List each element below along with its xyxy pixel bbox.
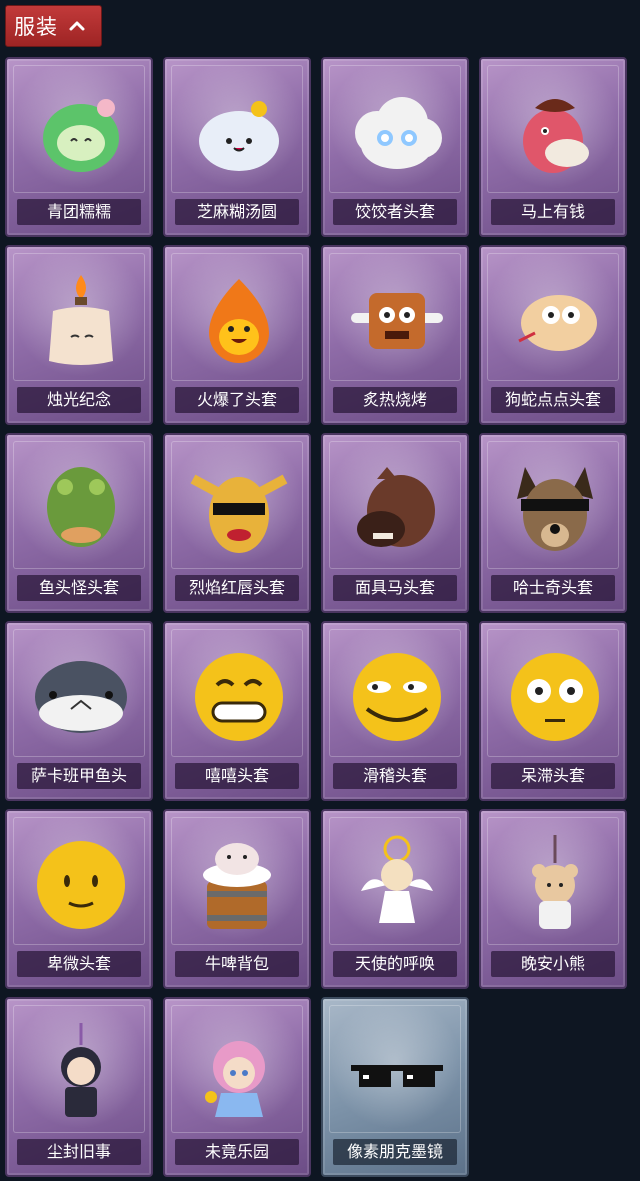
fish-head-icon [31,647,131,747]
costume-name: 火爆了头套 [175,387,299,413]
costume-name: 烛光纪念 [17,387,141,413]
costume-name: 卑微头套 [17,951,141,977]
costume-card[interactable]: 火爆了头套 [163,245,311,425]
costume-card[interactable]: 烛光纪念 [5,245,153,425]
costume-card[interactable]: 晚安小熊 [479,809,627,989]
costume-grid: 青团糯糯 芝麻糊汤圆 饺饺者头套 马上有钱烛光纪念 火爆了头套 炙热烧烤 狗蛇点点头套鱼头怪… [5,57,627,1177]
boy-charm-icon [31,1023,131,1123]
costume-card[interactable]: 鱼头怪头套 [5,433,153,613]
costume-name: 炙热烧烤 [333,387,457,413]
costume-card[interactable]: 像素朋克墨镜 [321,997,469,1177]
costume-card[interactable]: 青团糯糯 [5,57,153,237]
costume-name: 芝麻糊汤圆 [175,199,299,225]
costume-name: 滑稽头套 [333,763,457,789]
costume-name: 马上有钱 [491,199,615,225]
costume-name: 天使的呼唤 [333,951,457,977]
horse-mask-icon [347,459,447,559]
costume-name: 狗蛇点点头套 [491,387,615,413]
grin-emoji-icon [189,647,289,747]
costume-card[interactable]: 哈士奇头套 [479,433,627,613]
costume-name: 哈士奇头套 [491,575,615,601]
costume-name: 尘封旧事 [17,1139,141,1165]
candle-icon [31,271,131,371]
costume-card[interactable]: 尘封旧事 [5,997,153,1177]
costume-name: 未竟乐园 [175,1139,299,1165]
cow-beer-backpack-icon [189,835,289,935]
fire-spirit-icon [189,271,289,371]
costume-name: 嘻嘻头套 [175,763,299,789]
green-rice-ball-icon [31,83,131,183]
pink-horse-icon [505,83,605,183]
cloud-dumpling-icon [347,83,447,183]
costume-card[interactable]: 卑微头套 [5,809,153,989]
costume-name: 像素朋克墨镜 [333,1139,457,1165]
costume-card[interactable]: 天使的呼唤 [321,809,469,989]
chevron-up-icon [66,15,88,37]
costume-card[interactable]: 呆滞头套 [479,621,627,801]
costume-name: 面具马头套 [333,575,457,601]
costume-card[interactable]: 烈焰红唇头套 [163,433,311,613]
costume-name: 呆滞头套 [491,763,615,789]
barbecue-meat-icon [347,271,447,371]
costume-card[interactable]: 未竟乐园 [163,997,311,1177]
husky-mask-icon [505,459,605,559]
costume-name: 青团糯糯 [17,199,141,225]
angel-charm-icon [347,835,447,935]
costume-card[interactable]: 狗蛇点点头套 [479,245,627,425]
costume-card[interactable]: 炙热烧烤 [321,245,469,425]
humble-emoji-icon [31,835,131,935]
costume-card[interactable]: 芝麻糊汤圆 [163,57,311,237]
pixel-sunglasses-icon [347,1023,447,1123]
costume-name: 萨卡班甲鱼头 [17,763,141,789]
girl-charm-icon [189,1023,289,1123]
costume-card[interactable]: 萨卡班甲鱼头 [5,621,153,801]
yellow-mask-icon [189,459,289,559]
bear-charm-icon [505,835,605,935]
costume-category-toggle[interactable]: 服装 [5,5,102,47]
snake-head-icon [505,271,605,371]
white-dumpling-icon [189,83,289,183]
stare-emoji-icon [505,647,605,747]
costume-card[interactable]: 饺饺者头套 [321,57,469,237]
costume-card[interactable]: 嘻嘻头套 [163,621,311,801]
costume-name: 晚安小熊 [491,951,615,977]
costume-card[interactable]: 滑稽头套 [321,621,469,801]
costume-name: 牛啤背包 [175,951,299,977]
fish-mask-icon [31,459,131,559]
costume-card[interactable]: 面具马头套 [321,433,469,613]
costume-name: 烈焰红唇头套 [175,575,299,601]
costume-card[interactable]: 马上有钱 [479,57,627,237]
category-label: 服装 [14,15,58,39]
costume-card[interactable]: 牛啤背包 [163,809,311,989]
costume-name: 鱼头怪头套 [17,575,141,601]
costume-name: 饺饺者头套 [333,199,457,225]
funny-emoji-icon [347,647,447,747]
